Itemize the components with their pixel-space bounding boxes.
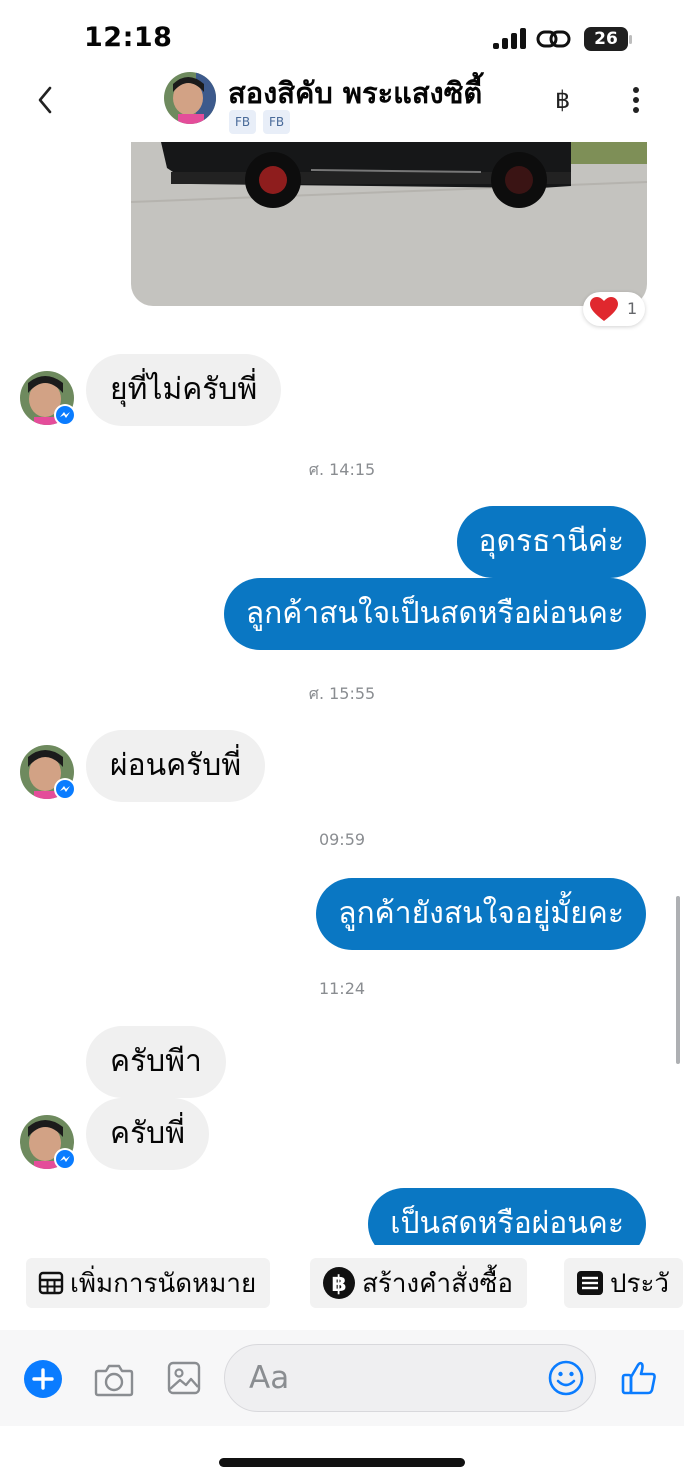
message-bubble-outgoing[interactable]: ลูกค้าสนใจเป็นสดหรือผ่อนคะ <box>223 578 646 650</box>
camera-icon[interactable] <box>94 1363 134 1397</box>
home-indicator[interactable] <box>219 1458 465 1467</box>
message-bubble-outgoing[interactable]: เป็นสดหรือผ่อนคะ <box>368 1188 646 1245</box>
message-bubble-incoming[interactable]: ยุที่ไม่ครับพี่ <box>86 354 282 426</box>
status-bar: 12:18 26 <box>0 0 684 70</box>
message-bubble-incoming[interactable]: ครับพีา <box>86 1026 226 1098</box>
reaction-count: 1 <box>627 299 638 318</box>
message-input[interactable]: Aa <box>224 1344 596 1412</box>
plus-icon[interactable] <box>23 1359 63 1399</box>
thumbs-up-icon[interactable] <box>620 1360 658 1396</box>
message-bubble-outgoing[interactable]: ลูกค้ายังสนใจอยู่มั้ยคะ <box>316 878 646 950</box>
chip-label: เพิ่มการนัดหมาย <box>70 1268 257 1299</box>
baht-circle-icon: ฿ <box>322 1266 356 1300</box>
history-button[interactable]: ประวั <box>564 1258 684 1308</box>
back-chevron-icon[interactable] <box>30 82 60 118</box>
svg-text:฿: ฿ <box>331 1272 346 1297</box>
timestamp: ศ. 14:15 <box>308 460 376 479</box>
list-icon <box>576 1270 604 1296</box>
sender-avatar[interactable] <box>20 371 76 427</box>
link-icon <box>536 30 571 48</box>
calendar-icon <box>38 1271 64 1295</box>
source-tag: FB <box>263 110 291 134</box>
timestamp: 11:24 <box>318 979 366 998</box>
heart-icon <box>590 297 618 321</box>
input-placeholder: Aa <box>249 1360 290 1396</box>
emoji-icon[interactable] <box>548 1360 584 1396</box>
message-bubble-incoming[interactable]: ครับพี่ <box>86 1098 209 1170</box>
message-bubble-outgoing[interactable]: อุดรธานีค่ะ <box>456 506 646 578</box>
status-time: 12:18 <box>84 22 173 53</box>
battery-cap <box>629 35 632 44</box>
baht-icon[interactable]: ฿ <box>555 86 570 114</box>
composer-bar: Aa <box>0 1330 684 1426</box>
quick-actions-bar: เพิ่มการนัดหมาย ฿ สร้างคำสั่งซื้อ ประวั <box>0 1248 684 1328</box>
chip-label: สร้างคำสั่งซื้อ <box>362 1268 513 1299</box>
car-photo[interactable] <box>131 142 647 306</box>
timestamp: ศ. 15:55 <box>308 684 376 703</box>
message-bubble-incoming[interactable]: ผ่อนครับพี่ <box>86 730 266 802</box>
scrollbar[interactable] <box>676 896 680 1064</box>
reaction-badge[interactable]: 1 <box>583 292 645 326</box>
more-vertical-icon[interactable] <box>624 84 648 116</box>
create-order-button[interactable]: ฿ สร้างคำสั่งซื้อ <box>310 1258 527 1308</box>
chip-label: ประวั <box>610 1268 670 1299</box>
signal-icon <box>493 28 526 49</box>
sender-avatar[interactable] <box>20 745 76 801</box>
message-list[interactable]: 1 ยุที่ไม่ครับพี่ ศ. 14:15 อุดรธานีค่ะ ล… <box>0 142 684 1245</box>
battery-icon: 26 <box>584 27 628 51</box>
timestamp: 09:59 <box>318 830 366 849</box>
chat-header: สองสิคับ พระแสงซิตี้ FB FB ฿ <box>0 66 684 142</box>
sender-avatar[interactable] <box>20 1115 76 1171</box>
image-icon[interactable] <box>167 1361 201 1395</box>
source-tag: FB <box>229 110 257 134</box>
add-appointment-button[interactable]: เพิ่มการนัดหมาย <box>26 1258 271 1308</box>
contact-avatar[interactable] <box>164 72 216 124</box>
